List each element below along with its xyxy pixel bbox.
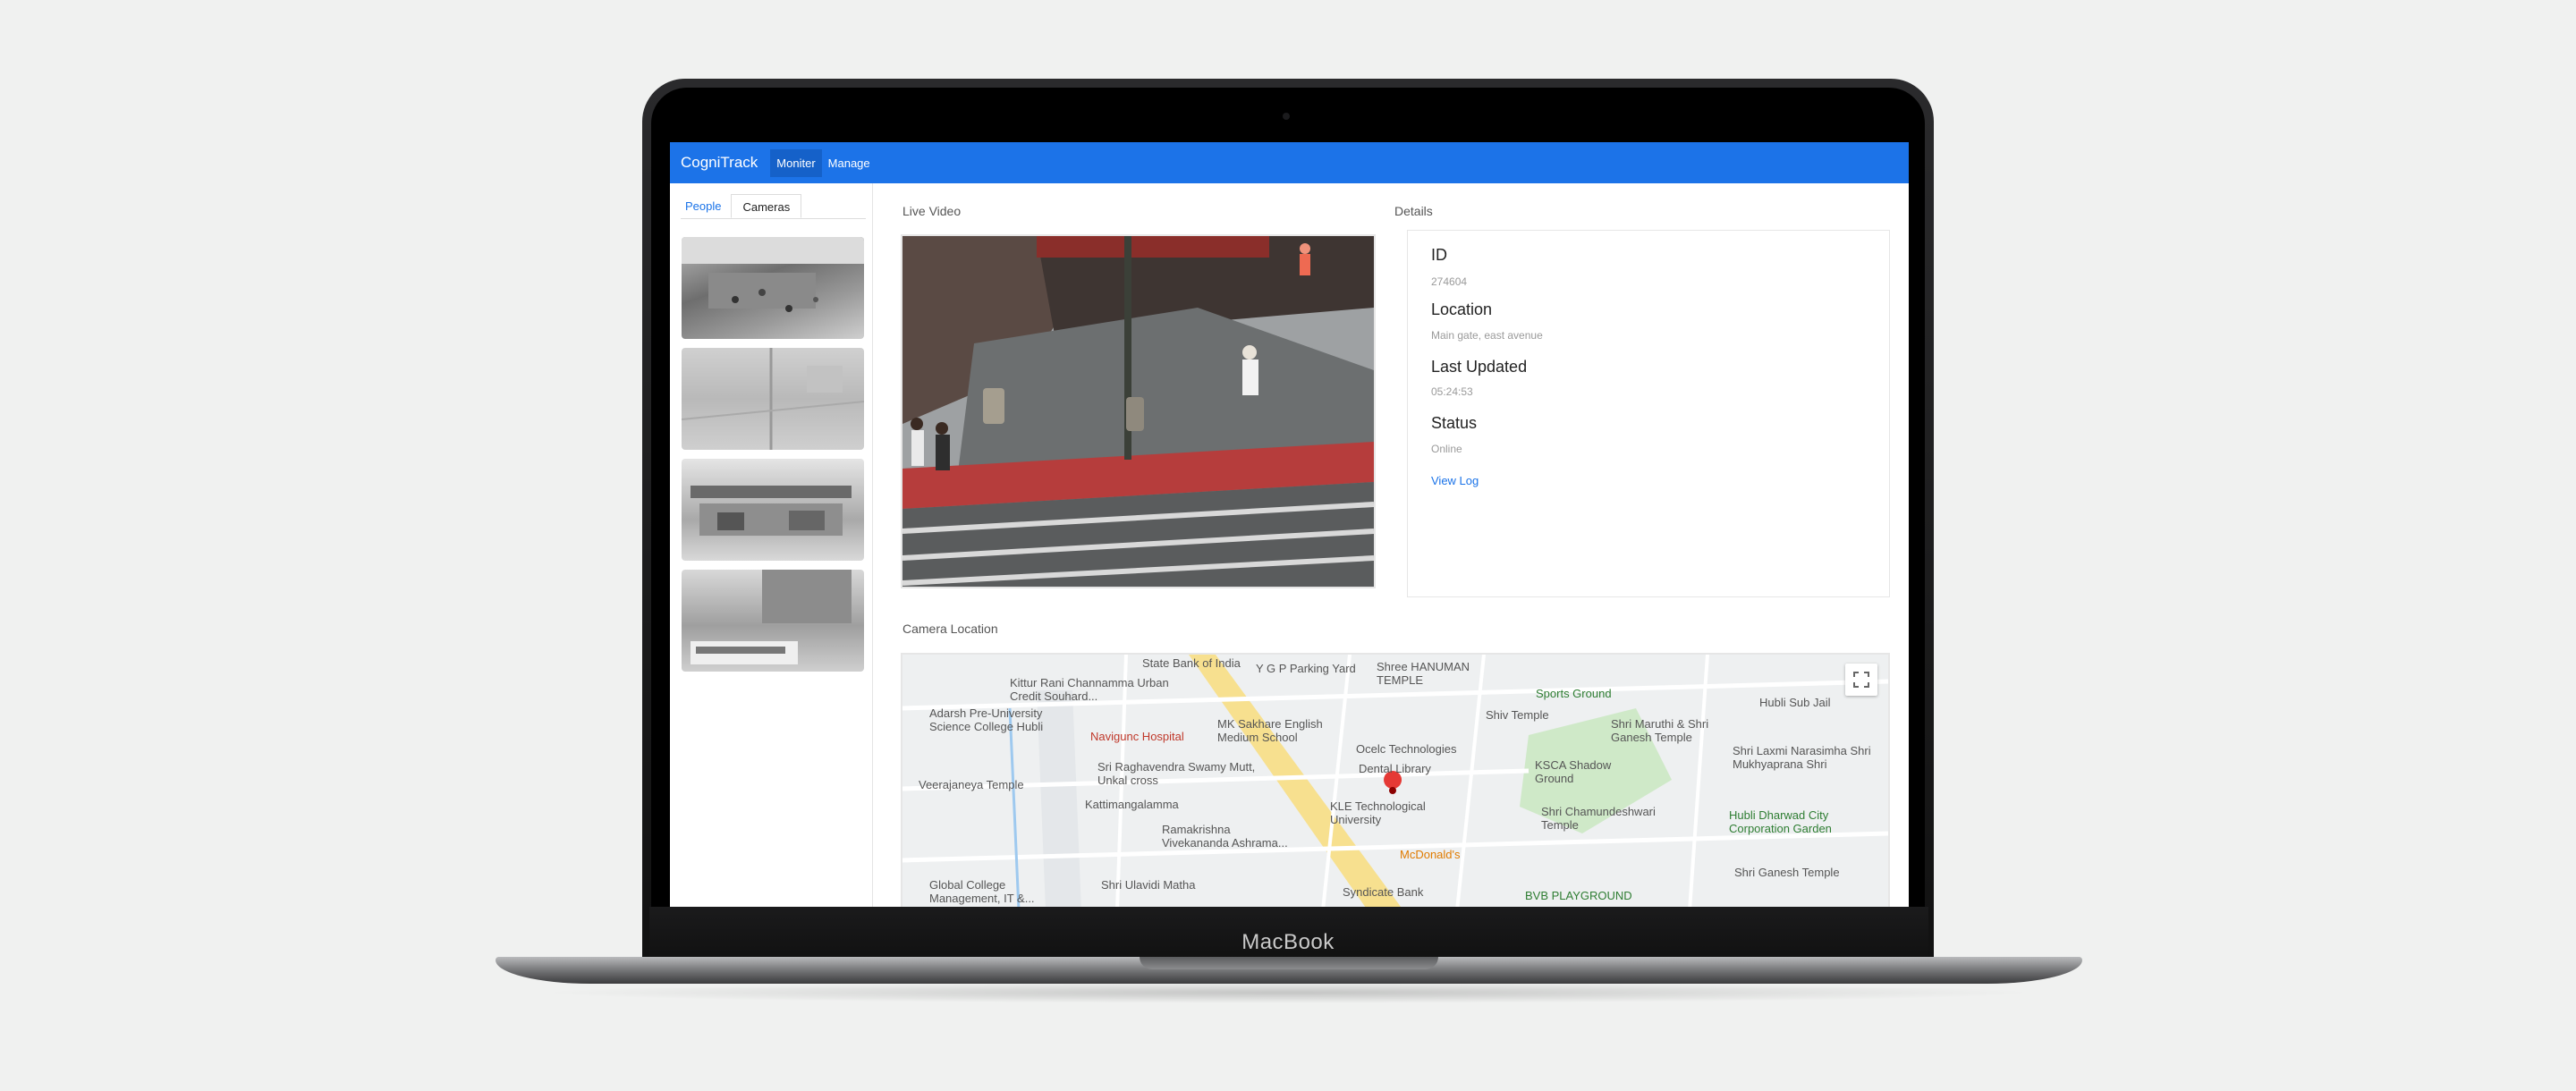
live-video-image: [902, 236, 1374, 587]
camera-thumbnail[interactable]: [682, 459, 864, 561]
map-place: Hubli Dharwad City Corporation Garden: [1729, 808, 1832, 835]
thumbnail-image-4: [691, 570, 852, 664]
tab-people[interactable]: People: [681, 194, 725, 218]
webcam-dot: [1283, 113, 1290, 120]
map-fullscreen-button[interactable]: [1845, 664, 1877, 696]
thumbnail-image-1: [682, 237, 864, 312]
fullscreen-icon: [1853, 672, 1869, 688]
map-place: Sports Ground: [1536, 687, 1612, 700]
tab-cameras[interactable]: Cameras: [731, 194, 802, 218]
camera-thumbnail[interactable]: [682, 237, 864, 339]
laptop-notch: [1140, 957, 1438, 969]
status-value: Online: [1431, 443, 1462, 455]
last-updated-value: 05:24:53: [1431, 385, 1473, 398]
status-label: Status: [1431, 414, 1478, 432]
id-value: 274604: [1431, 275, 1468, 288]
map-place: BVB PLAYGROUND: [1525, 889, 1632, 902]
camera-location-label: Camera Location: [902, 622, 998, 636]
map-place: Shri Ulavidi Matha: [1101, 878, 1196, 892]
map-place: State Bank of India: [1142, 656, 1241, 670]
map-place: Shri Laxmi Narasimha Shri Mukhyaprana Sh…: [1733, 744, 1871, 771]
map-place: Shri Chamundeshwari Temple: [1541, 805, 1656, 832]
details-panel: ID 274604 Location Main gate, east avenu…: [1407, 230, 1890, 597]
app-screen: CogniTrack Moniter Manage People Cameras: [670, 142, 1909, 907]
id-label: ID: [1431, 246, 1447, 264]
camera-sidebar: People Cameras: [670, 183, 873, 907]
map-place: KSCA Shadow Ground: [1535, 758, 1612, 785]
map-place: Global College Management, IT &...: [929, 878, 1035, 905]
map-place: McDonald's: [1400, 848, 1461, 861]
nav-moniter[interactable]: Moniter: [770, 148, 822, 177]
live-video-label: Live Video: [902, 204, 962, 218]
location-value: Main gate, east avenue: [1431, 329, 1543, 342]
map-place: Veerajaneya Temple: [919, 778, 1024, 791]
map-place: Syndicate Bank: [1343, 885, 1424, 899]
map-place: MK Sakhare English Medium School: [1217, 717, 1323, 744]
map-place: KLE Technological University: [1330, 799, 1426, 826]
device-brand-label: MacBook: [1241, 930, 1335, 954]
map-place: Shree HANUMAN TEMPLE: [1377, 660, 1470, 687]
camera-location-map[interactable]: State Bank of India Y G P Parking Yard S…: [901, 653, 1890, 907]
laptop-shadow: [537, 982, 2039, 1003]
map-place: Sri Raghavendra Swamy Mutt, Unkal cross: [1097, 760, 1256, 787]
map-place: Ramakrishna Vivekananda Ashrama...: [1162, 823, 1288, 850]
map-place: Dental Library: [1359, 762, 1431, 775]
view-log-link[interactable]: View Log: [1431, 474, 1479, 487]
thumbnail-image-2: [682, 348, 864, 450]
thumbnail-image-3: [691, 486, 852, 536]
camera-thumbnail[interactable]: [682, 348, 864, 450]
nav-manage[interactable]: Manage: [822, 149, 877, 177]
map-place: Shri Ganesh Temple: [1734, 866, 1840, 879]
app-logo[interactable]: CogniTrack: [681, 154, 758, 172]
camera-thumbnail[interactable]: [682, 570, 864, 672]
location-label: Location: [1431, 300, 1493, 318]
map-place: Navigunc Hospital: [1090, 730, 1184, 743]
map-place: Kittur Rani Channamma Urban Credit Souha…: [1010, 676, 1169, 703]
last-updated-label: Last Updated: [1431, 358, 1528, 376]
details-title: Details: [1394, 204, 1433, 218]
map-place: Hubli Sub Jail: [1759, 696, 1831, 709]
map-place: Adarsh Pre-University Science College Hu…: [929, 706, 1044, 733]
map-place: Y G P Parking Yard: [1256, 662, 1356, 675]
map-place: Shiv Temple: [1486, 708, 1549, 722]
map-place: Shri Maruthi & Shri Ganesh Temple: [1611, 717, 1709, 744]
top-navbar: CogniTrack Moniter Manage: [670, 142, 1909, 183]
sidebar-tabs: People Cameras: [681, 194, 866, 219]
live-video-feed[interactable]: [901, 234, 1376, 588]
map-place: Ocelc Technologies: [1356, 742, 1457, 756]
map-place: Kattimangalamma: [1085, 798, 1179, 811]
